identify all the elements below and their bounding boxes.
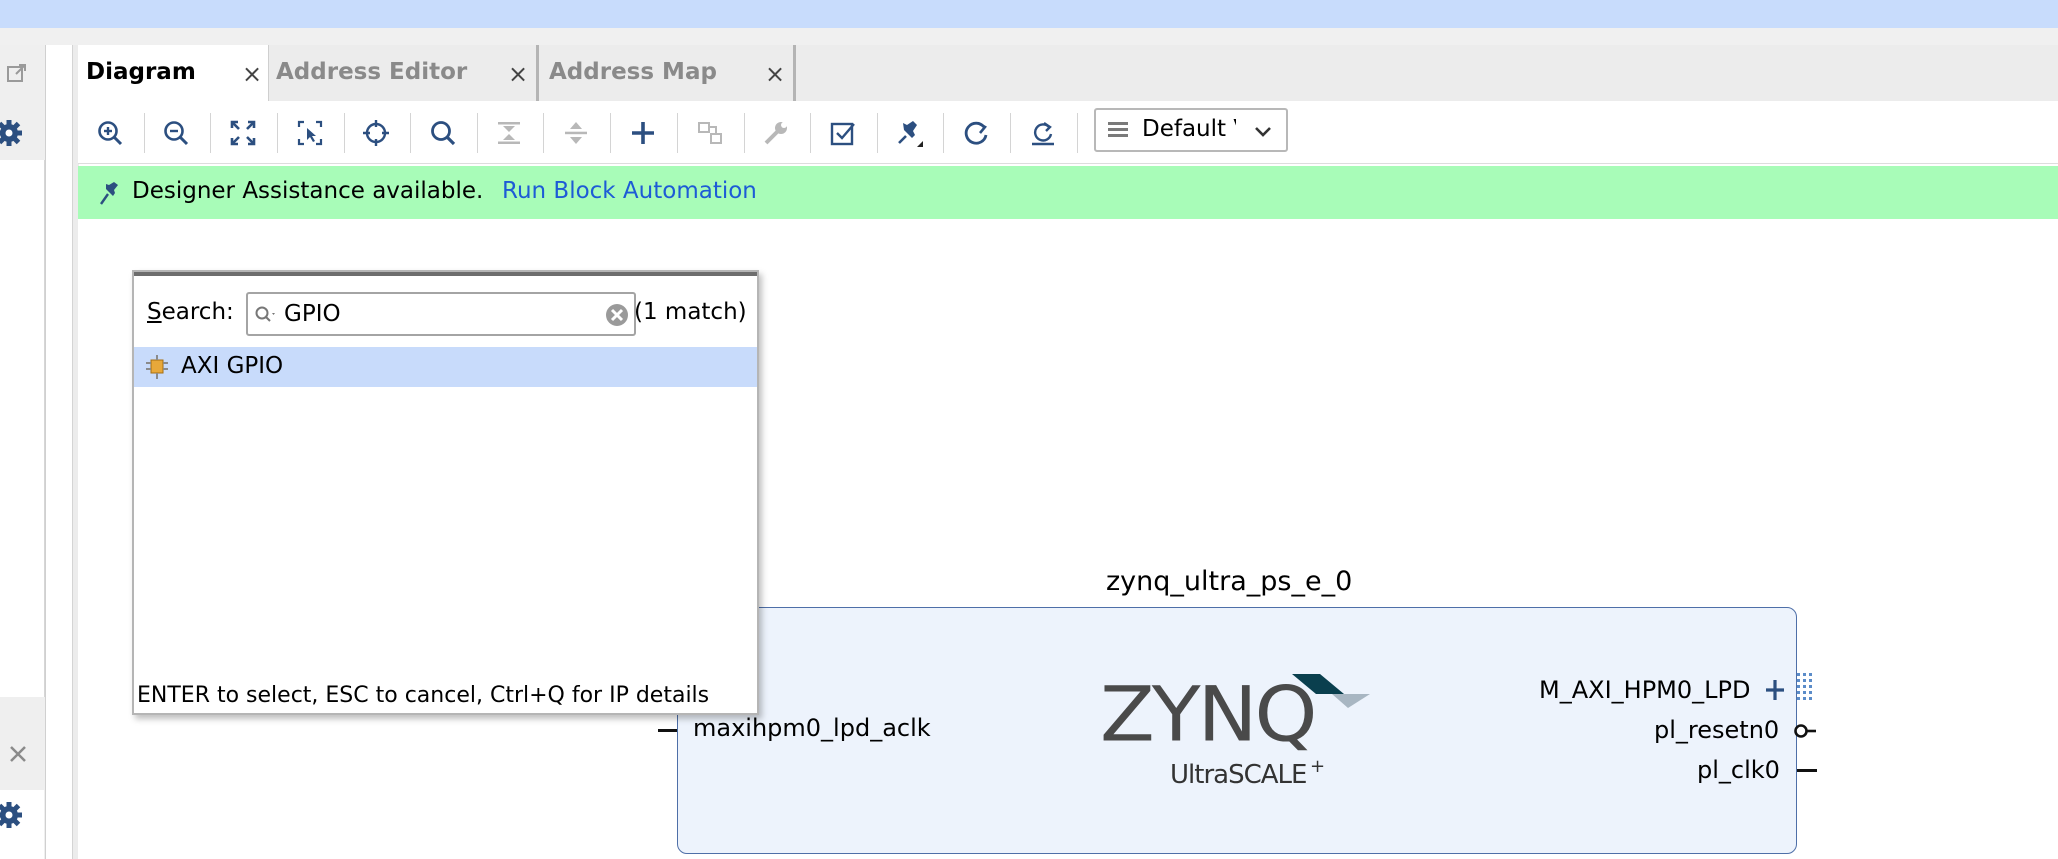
- toolbar-separator: [810, 113, 811, 153]
- toolbar-separator: [877, 113, 878, 153]
- refresh-icon[interactable]: [958, 115, 994, 151]
- auto-fit-selection-icon[interactable]: [358, 115, 394, 151]
- close-icon[interactable]: ×: [508, 60, 528, 88]
- toolbar-separator: [410, 113, 411, 153]
- output-pin-line[interactable]: [1797, 769, 1817, 772]
- interface-bus-icon[interactable]: [1795, 671, 1819, 707]
- popout-icon[interactable]: [6, 62, 28, 91]
- zoom-out-icon[interactable]: [158, 115, 194, 151]
- toolbar-separator: [1010, 113, 1011, 153]
- logo-mark: [1292, 674, 1370, 708]
- output-port-label: pl_resetn0: [1654, 716, 1780, 744]
- make-connection-icon[interactable]: [692, 115, 728, 151]
- popup-top-border: [134, 272, 757, 276]
- validate-design-icon[interactable]: [825, 115, 861, 151]
- tab-label: Address Editor: [276, 59, 468, 85]
- toolbar-separator: [210, 113, 211, 153]
- zoom-fit-icon[interactable]: [225, 115, 261, 151]
- logo-subtext: UltraSCALE: [1170, 760, 1307, 790]
- input-port-label: maxihpm0_lpd_aclk: [693, 714, 931, 742]
- toolbar-separator: [543, 113, 544, 153]
- tab-label: Diagram: [86, 59, 196, 85]
- logo-plus: +: [1310, 756, 1326, 777]
- search-value: GPIO: [284, 301, 341, 327]
- toolbar-separator: [344, 113, 345, 153]
- search-icon[interactable]: [425, 115, 461, 151]
- input-pin-line[interactable]: [658, 729, 677, 732]
- zoom-area-icon[interactable]: [292, 115, 328, 151]
- block-instance-name: zynq_ultra_ps_e_0: [1106, 566, 1353, 597]
- toolbar-separator: [1077, 113, 1078, 153]
- toolbar-separator: [677, 113, 678, 153]
- tab-address-map[interactable]: Address Map ×: [539, 45, 796, 101]
- output-port-label: M_AXI_HPM0_LPD: [1539, 676, 1751, 704]
- clear-icon[interactable]: [604, 302, 630, 328]
- diagram-toolbar: [78, 101, 2058, 164]
- add-ip-icon[interactable]: [625, 115, 661, 151]
- tab-label: Address Map: [549, 59, 717, 85]
- zynq-ultrascale-logo: ZYNQ UltraSCALE +: [1100, 670, 1380, 797]
- toolbar-separator: [144, 113, 145, 153]
- search-icon: [255, 306, 275, 322]
- ip-core-icon: [146, 355, 168, 379]
- chevron-down-icon: [1255, 127, 1271, 137]
- view-select[interactable]: Default View: [1094, 108, 1288, 152]
- list-item-label: AXI GPIO: [181, 353, 284, 379]
- list-item[interactable]: AXI GPIO: [134, 347, 757, 387]
- expand-all-icon[interactable]: [558, 115, 594, 151]
- expand-interface-icon[interactable]: [1764, 676, 1786, 704]
- view-select-value: Default View: [1142, 116, 1236, 142]
- collapse-all-icon[interactable]: [491, 115, 527, 151]
- logo-text: ZYNQ: [1100, 670, 1317, 759]
- search-input[interactable]: GPIO: [246, 292, 636, 336]
- toolbar-separator: [477, 113, 478, 153]
- view-icon: [1108, 122, 1128, 137]
- run-block-automation-link[interactable]: Run Block Automation: [502, 178, 757, 204]
- popup-hint: ENTER to select, ESC to cancel, Ctrl+Q f…: [137, 683, 710, 708]
- designer-assistance-banner: Designer Assistance available. Run Block…: [78, 166, 2058, 219]
- gear-icon[interactable]: [0, 118, 24, 153]
- toolbar-separator: [610, 113, 611, 153]
- banner-message: Designer Assistance available.: [132, 178, 484, 204]
- left-panel-content: [0, 160, 45, 697]
- regenerate-layout-icon[interactable]: [1025, 115, 1061, 151]
- zoom-in-icon[interactable]: [92, 115, 128, 151]
- pin-icon: [100, 182, 118, 205]
- reset-pin-icon[interactable]: [1794, 721, 1818, 741]
- toolbar-separator: [277, 113, 278, 153]
- toolbar-separator: [744, 113, 745, 153]
- output-port-label: pl_clk0: [1697, 756, 1780, 784]
- close-icon[interactable]: [8, 744, 28, 771]
- editor-tab-bar: Diagram × Address Editor × Address Map ×: [78, 45, 2058, 102]
- window-gap: [0, 28, 2058, 45]
- search-label-text: earch:: [161, 299, 234, 325]
- autoconnect-pin-icon[interactable]: [891, 115, 927, 151]
- window-title-bar: [0, 0, 2058, 28]
- add-ip-popup: Search: GPIO (1 match) AXI GPIO ENTER to…: [132, 270, 759, 715]
- close-icon[interactable]: ×: [765, 60, 785, 88]
- search-label-mnemonic: S: [147, 299, 162, 325]
- search-label: Search:: [147, 299, 234, 325]
- gear-icon[interactable]: [0, 800, 24, 835]
- toolbar-separator: [943, 113, 944, 153]
- match-count: (1 match): [634, 299, 747, 325]
- tab-diagram[interactable]: Diagram ×: [78, 45, 269, 101]
- tab-address-editor[interactable]: Address Editor ×: [268, 45, 539, 101]
- close-icon[interactable]: ×: [242, 60, 262, 88]
- properties-icon[interactable]: [758, 115, 794, 151]
